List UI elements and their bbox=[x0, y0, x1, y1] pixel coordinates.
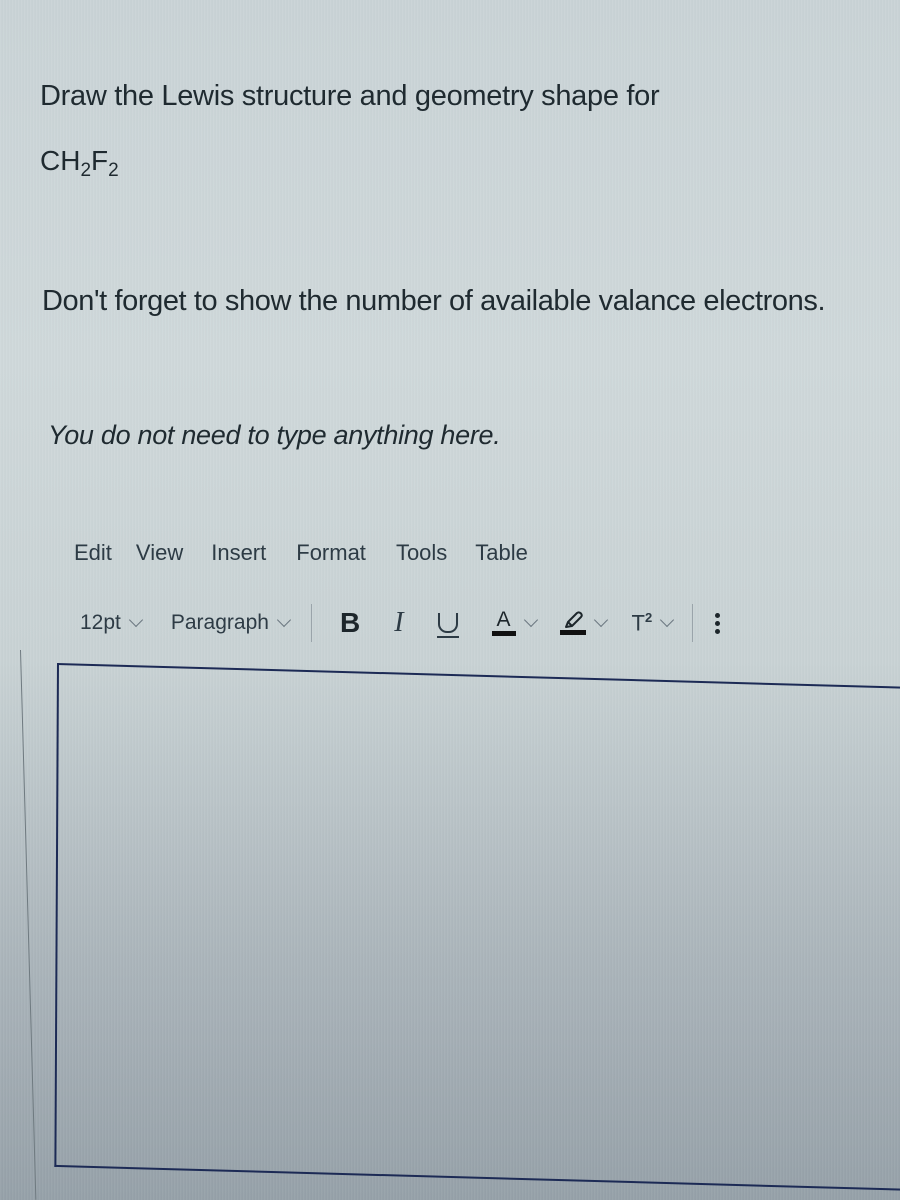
rich-text-editor-area[interactable] bbox=[54, 663, 900, 1192]
superscript-letter: T bbox=[631, 610, 645, 636]
block-format-value: Paragraph bbox=[170, 611, 269, 634]
menu-edit[interactable]: Edit bbox=[74, 540, 112, 566]
highlight-icon bbox=[559, 611, 586, 635]
menu-table[interactable]: Table bbox=[475, 540, 528, 566]
chevron-down-icon bbox=[593, 612, 608, 628]
question-instruction: Draw the Lewis structure and geometry sh… bbox=[40, 80, 660, 112]
question-note: You do not need to type anything here. bbox=[48, 420, 501, 450]
superscript-button[interactable]: T2 bbox=[632, 610, 675, 636]
menu-tools[interactable]: Tools bbox=[396, 540, 447, 566]
toolbar-divider bbox=[310, 604, 312, 642]
superscript-exponent: 2 bbox=[644, 609, 653, 625]
font-size-dropdown[interactable]: 12pt bbox=[80, 611, 143, 635]
underline-button[interactable] bbox=[436, 613, 459, 638]
question-reminder: Don't forget to show the number of avail… bbox=[42, 285, 826, 317]
formula-subscript: 2 bbox=[80, 160, 92, 181]
more-vertical-icon-dot bbox=[715, 628, 721, 634]
editor-toolbar: 12pt Paragraph B I A T2 bbox=[80, 603, 900, 643]
chevron-down-icon bbox=[276, 612, 292, 628]
more-vertical-icon-dot bbox=[715, 612, 721, 618]
toolbar-divider bbox=[692, 604, 694, 642]
more-options-button[interactable] bbox=[715, 612, 721, 634]
editor-menubar: Edit View Insert Format Tools Table bbox=[74, 540, 556, 566]
bold-icon: B bbox=[339, 607, 361, 638]
formula-part: CH bbox=[40, 145, 81, 176]
screen-edge-line bbox=[20, 649, 37, 1200]
text-color-icon: A bbox=[491, 608, 516, 636]
text-color-button[interactable]: A bbox=[491, 608, 538, 636]
menu-format[interactable]: Format bbox=[296, 540, 366, 566]
formula-subscript: 2 bbox=[108, 160, 119, 181]
text-color-swatch bbox=[491, 631, 516, 636]
chevron-down-icon bbox=[660, 612, 675, 628]
italic-icon: I bbox=[394, 607, 404, 638]
formula-part: F bbox=[91, 145, 109, 176]
superscript-icon: T2 bbox=[632, 610, 653, 636]
highlighter-pen-icon bbox=[564, 611, 583, 628]
chevron-down-icon bbox=[128, 612, 143, 628]
text-color-letter: A bbox=[496, 608, 511, 631]
italic-button[interactable]: I bbox=[394, 607, 403, 639]
block-format-dropdown[interactable]: Paragraph bbox=[170, 611, 292, 635]
chemical-formula: CH2F2 bbox=[40, 145, 119, 180]
font-size-value: 12pt bbox=[80, 611, 121, 634]
bold-button[interactable]: B bbox=[340, 607, 360, 639]
highlight-color-button[interactable] bbox=[559, 611, 608, 635]
menu-view[interactable]: View bbox=[136, 540, 183, 566]
more-vertical-icon-dot bbox=[715, 620, 721, 626]
underline-icon bbox=[436, 613, 459, 638]
chevron-down-icon bbox=[523, 612, 538, 628]
highlight-swatch bbox=[559, 630, 586, 635]
menu-insert[interactable]: Insert bbox=[211, 540, 266, 566]
